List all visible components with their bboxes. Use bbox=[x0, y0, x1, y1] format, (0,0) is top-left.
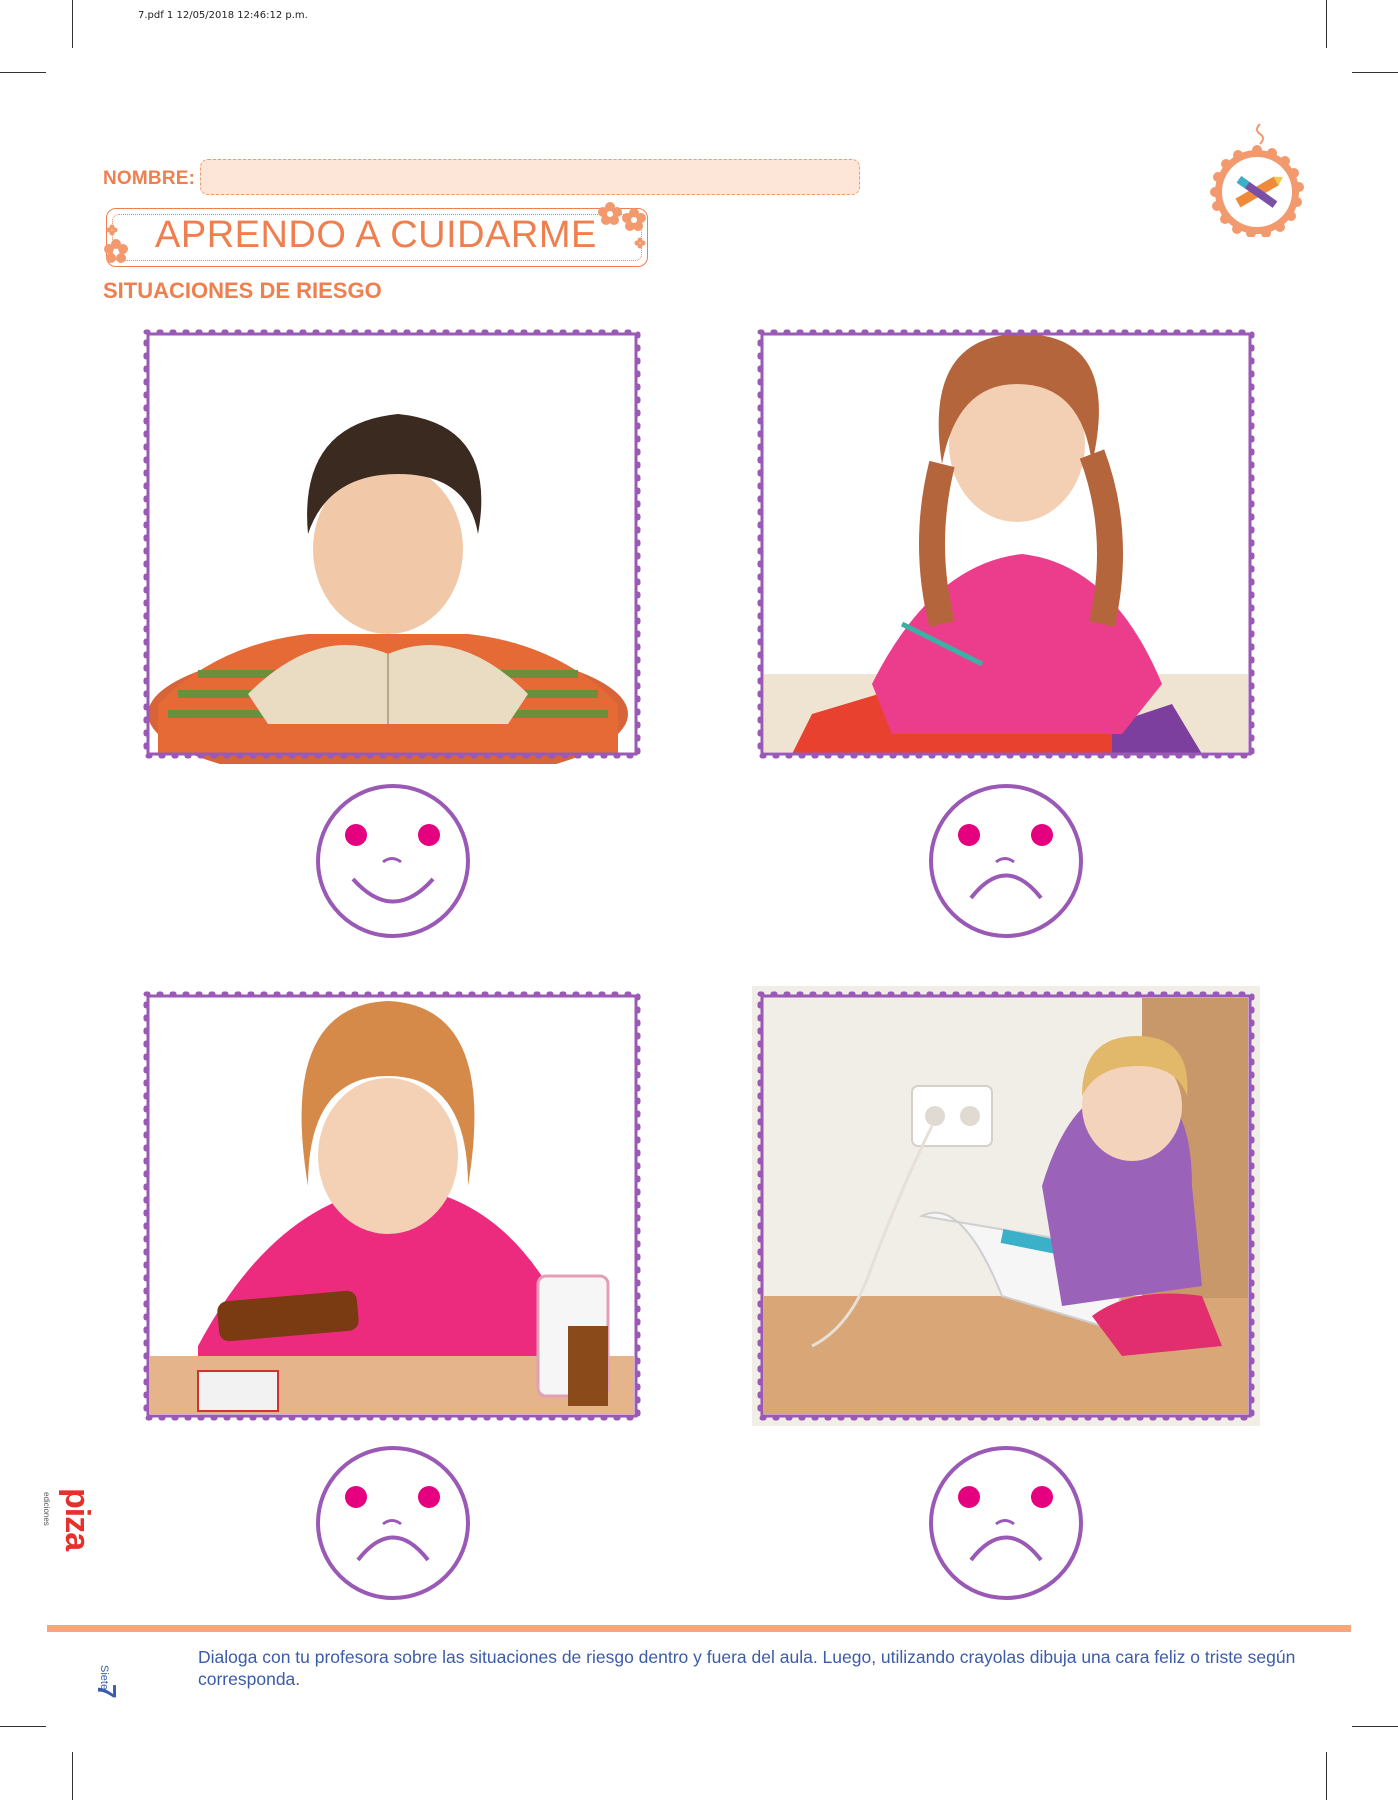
page-number: 7 bbox=[92, 1684, 122, 1699]
footer-rule bbox=[47, 1625, 1351, 1632]
publisher-logo: piza ediciones bbox=[42, 1488, 96, 1588]
publisher-logo-text: piza bbox=[58, 1488, 96, 1551]
crayon-badge-icon bbox=[1210, 123, 1304, 237]
photo-toddler-outlet bbox=[752, 986, 1260, 1426]
page-subtitle: SITUACIONES DE RIESGO bbox=[103, 278, 382, 303]
page-title: APRENDO A CUIDARME bbox=[155, 214, 597, 256]
sad-face-icon bbox=[929, 784, 1083, 938]
publisher-logo-sub: ediciones bbox=[42, 1492, 51, 1526]
happy-face-icon bbox=[316, 784, 470, 938]
pdf-meta: 7.pdf 1 12/05/2018 12:46:12 p.m. bbox=[138, 10, 308, 21]
sad-face-icon bbox=[929, 1446, 1083, 1600]
photo-girl-scissors bbox=[752, 324, 1260, 764]
photo-boy-reading bbox=[138, 324, 646, 784]
flower-icon bbox=[598, 202, 646, 249]
name-label: NOMBRE: bbox=[103, 168, 196, 189]
instruction-text: Dialoga con tu profesora sobre las situa… bbox=[198, 1647, 1296, 1689]
name-field[interactable] bbox=[200, 159, 860, 195]
sad-face-icon bbox=[316, 1446, 470, 1600]
flower-icon bbox=[104, 224, 128, 263]
photo-girl-medicine bbox=[138, 986, 646, 1426]
